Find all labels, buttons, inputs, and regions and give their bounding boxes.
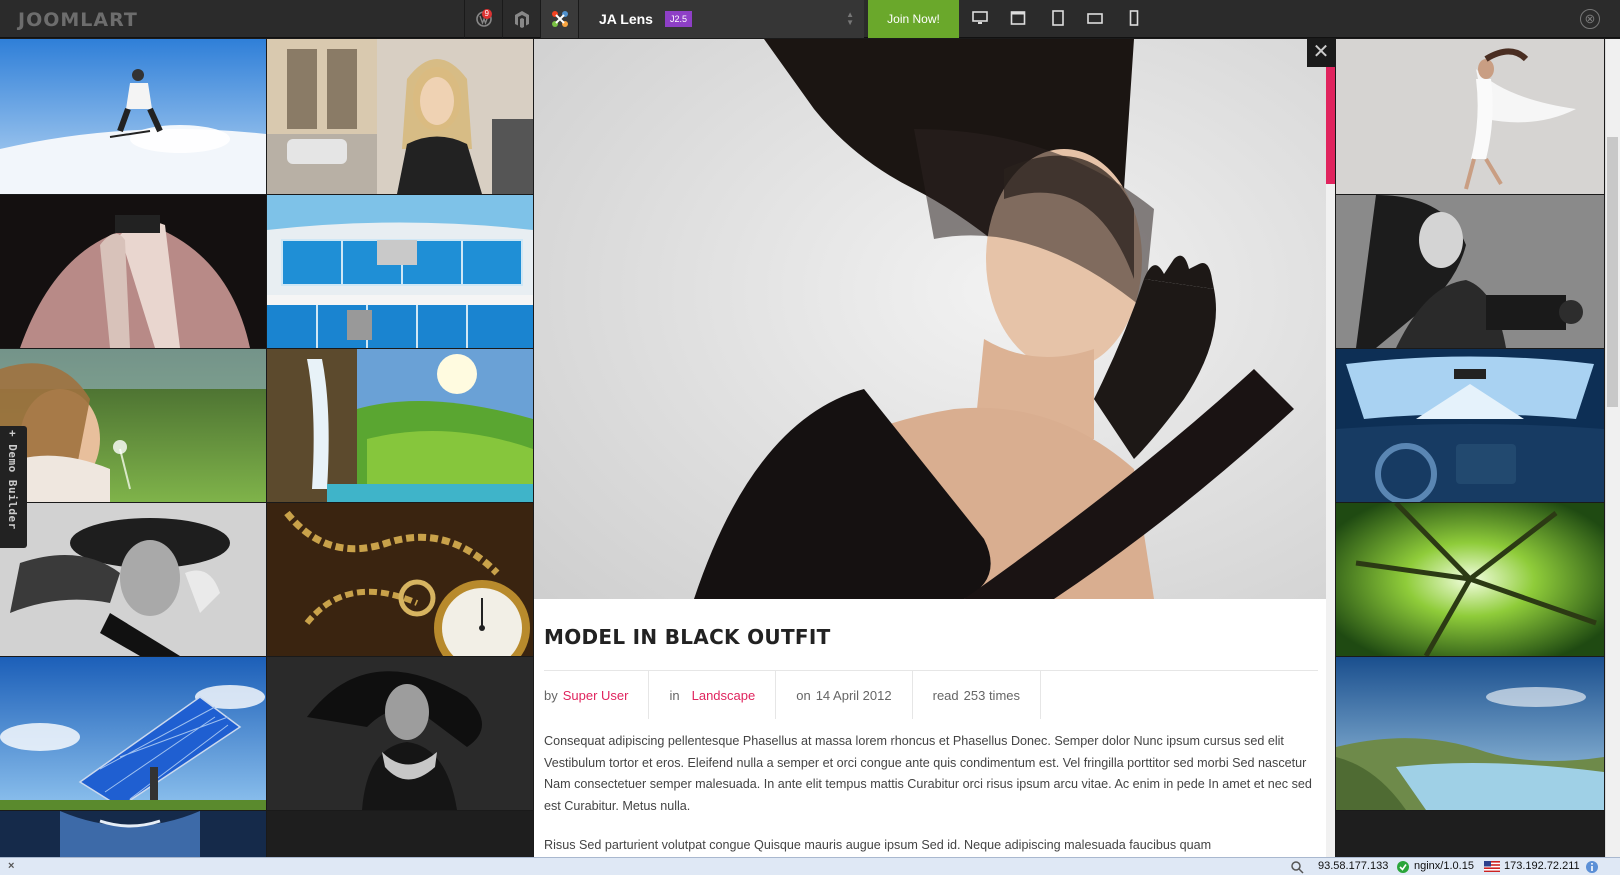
join-now-button[interactable]: Join Now!	[868, 0, 959, 38]
server-status-icon	[1397, 861, 1409, 873]
demo-builder-tab[interactable]: + Demo Builder	[0, 426, 27, 548]
laptop-icon[interactable]	[1010, 10, 1026, 26]
photo-kitchen[interactable]	[267, 195, 533, 348]
article-hero-image	[534, 39, 1328, 599]
mobile-icon[interactable]	[1126, 10, 1142, 26]
select-arrows-icon: ▲ ▼	[846, 10, 854, 27]
theme-selector[interactable]: JA Lens J2.5 ▲ ▼	[578, 0, 864, 38]
joomla-button[interactable]	[540, 0, 578, 38]
photo-solar-panel[interactable]	[0, 657, 266, 810]
meta-category: in Landscape	[649, 671, 777, 719]
magento-button[interactable]	[502, 0, 540, 38]
photo-businesswoman[interactable]	[267, 39, 533, 194]
article-title: MODEL IN BLACK OUTFIT	[544, 625, 831, 649]
us-flag-icon	[1484, 861, 1500, 872]
photo-lake-landscape[interactable]	[1336, 657, 1604, 810]
magento-icon	[514, 11, 529, 28]
photo-girl-dandelion[interactable]	[0, 349, 266, 502]
article-meta: by Super User in Landscape on 14 April 2…	[544, 670, 1318, 720]
tablet-landscape-icon[interactable]	[1087, 10, 1103, 26]
photo-pocket-watch[interactable]	[267, 503, 533, 656]
photo-tree-canopy[interactable]	[1336, 503, 1604, 656]
desktop-icon[interactable]	[972, 10, 988, 26]
photo-empty-slot	[267, 811, 533, 857]
resize-icon	[1291, 861, 1304, 874]
meta-date: on 14 April 2012	[776, 671, 913, 719]
wordpress-button[interactable]: 9	[464, 0, 502, 38]
photo-empty-slot-right	[1336, 811, 1604, 857]
theme-name: JA Lens	[599, 11, 653, 27]
close-article-icon[interactable]: ✕	[1307, 39, 1335, 67]
photo-skier[interactable]	[0, 39, 266, 194]
tablet-portrait-icon[interactable]	[1050, 10, 1066, 26]
info-icon[interactable]	[1585, 860, 1599, 874]
photo-car-interior[interactable]	[1336, 349, 1604, 502]
close-preview-icon[interactable]: ⊗	[1580, 9, 1600, 29]
photo-woman-hair[interactable]	[267, 657, 533, 810]
server-ip: 173.192.72.211	[1504, 860, 1580, 872]
article-scrollbar[interactable]	[1326, 67, 1335, 857]
article-scroll-thumb[interactable]	[1326, 67, 1335, 184]
browser-status-bar: × 93.58.177.133 nginx/1.0.15 173.192.72.…	[0, 857, 1620, 875]
article-paragraph-2: Risus Sed parturient volutpat congue Qui…	[544, 838, 1212, 852]
notification-badge: 9	[481, 9, 492, 19]
meta-author: by Super User	[544, 671, 650, 719]
statusbar-close-icon[interactable]: ×	[8, 860, 14, 872]
joomlart-logo[interactable]: JOOMLART	[18, 9, 138, 31]
meta-hits: read 253 times	[913, 671, 1042, 719]
photo-camera-woman[interactable]	[1336, 195, 1604, 348]
photo-dancer[interactable]	[1336, 39, 1604, 194]
publish-date: 14 April 2012	[815, 687, 892, 703]
category-link[interactable]: Landscape	[692, 688, 756, 703]
author-link[interactable]: Super User	[563, 688, 629, 703]
photo-blue-creature[interactable]	[0, 811, 266, 857]
version-badge: J2.5	[664, 11, 692, 27]
top-toolbar: JOOMLART 9 JA Lens J2.5 ▲ ▼ Join Now! ⊗	[0, 0, 1620, 38]
page-scroll-thumb[interactable]	[1607, 137, 1618, 407]
photo-legs[interactable]	[0, 195, 266, 348]
joomla-icon	[551, 11, 568, 27]
read-count: 253 times	[963, 687, 1021, 703]
client-ip: 93.58.177.133	[1318, 860, 1389, 872]
article-paragraph-1: Consequat adipiscing pellentesque Phasel…	[544, 734, 1312, 813]
server-software: nginx/1.0.15	[1414, 860, 1474, 872]
photo-waterfall[interactable]	[267, 349, 533, 502]
article-panel: MODEL IN BLACK OUTFIT by Super User in L…	[534, 39, 1328, 857]
photo-woman-hat[interactable]	[0, 503, 266, 656]
